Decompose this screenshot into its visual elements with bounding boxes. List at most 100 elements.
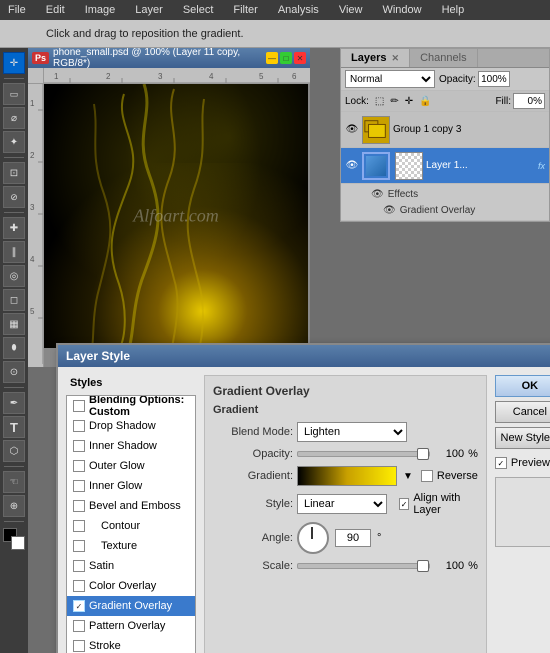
angle-symbol: ° xyxy=(377,532,381,544)
minimize-button[interactable]: — xyxy=(266,52,278,64)
opacity-control: Opacity: xyxy=(439,71,512,87)
layer-item-group[interactable]: 👁 Group 1 copy 3 xyxy=(341,112,549,148)
healing-tool[interactable]: ✚ xyxy=(3,217,25,239)
style-item-0[interactable]: Blending Options: Custom xyxy=(67,396,195,416)
style-item-7[interactable]: Texture xyxy=(67,536,195,556)
style-label-8: Satin xyxy=(89,560,114,572)
style-item-11[interactable]: Pattern Overlay xyxy=(67,616,195,636)
ruler-row: 1 2 3 4 5 6 xyxy=(28,68,310,84)
style-checkbox-5 xyxy=(73,500,85,512)
menu-analysis[interactable]: Analysis xyxy=(274,2,323,18)
layers-tab[interactable]: Layers ✕ xyxy=(341,49,410,67)
style-label-1: Drop Shadow xyxy=(89,420,156,432)
scale-label: Scale: xyxy=(213,560,293,572)
style-item-2[interactable]: Inner Shadow xyxy=(67,436,195,456)
style-item-8[interactable]: Satin xyxy=(67,556,195,576)
gradient-style-select[interactable]: Linear xyxy=(297,494,387,514)
style-item-5[interactable]: Bevel and Emboss xyxy=(67,496,195,516)
style-item-1[interactable]: Drop Shadow xyxy=(67,416,195,436)
clone-tool[interactable]: ◎ xyxy=(3,265,25,287)
effects-label: 👁 Effects xyxy=(371,186,541,202)
new-style-button[interactable]: New Style... xyxy=(495,427,550,449)
fill-input[interactable] xyxy=(513,93,545,109)
maximize-button[interactable]: □ xyxy=(280,52,292,64)
fg-bg-colors[interactable] xyxy=(3,528,25,550)
layer-name-current: Layer 1... xyxy=(426,160,533,171)
crop-tool[interactable]: ⊡ xyxy=(3,162,25,184)
menu-image[interactable]: Image xyxy=(81,2,120,18)
layer-eye-current[interactable]: 👁 xyxy=(345,159,359,173)
clone-icon: ◎ xyxy=(10,271,19,282)
style-item-10[interactable]: ✓Gradient Overlay xyxy=(67,596,195,616)
gradient-row: Gradient: ▼ Reverse xyxy=(213,466,478,486)
ok-button[interactable]: OK xyxy=(495,375,550,397)
ruler-corner xyxy=(28,68,44,84)
style-item-3[interactable]: Outer Glow xyxy=(67,456,195,476)
gradient-opacity-thumb[interactable] xyxy=(417,448,429,460)
style-item-4[interactable]: Inner Glow xyxy=(67,476,195,496)
style-label-7: Texture xyxy=(89,540,137,552)
style-item-9[interactable]: Color Overlay xyxy=(67,576,195,596)
layer-eye-group[interactable]: 👁 xyxy=(345,123,359,137)
gradient-overlay-title: Gradient Overlay xyxy=(213,384,478,398)
menu-filter[interactable]: Filter xyxy=(229,2,261,18)
preview-checkbox[interactable]: ✓ xyxy=(495,457,507,469)
lock-all-icon[interactable]: 🔒 xyxy=(419,96,431,107)
angle-value-input[interactable] xyxy=(335,529,371,547)
text-tool[interactable]: T xyxy=(3,416,25,438)
scale-percent: % xyxy=(468,560,478,572)
menu-file[interactable]: File xyxy=(4,2,30,18)
eyedropper-tool[interactable]: ⊘ xyxy=(3,186,25,208)
gradient-tool[interactable]: ▦ xyxy=(3,313,25,335)
eye-icon-effects[interactable]: 👁 xyxy=(371,189,384,200)
channels-tab-label: Channels xyxy=(420,52,466,64)
menu-window[interactable]: Window xyxy=(378,2,425,18)
dodge-tool[interactable]: ⊙ xyxy=(3,361,25,383)
menu-select[interactable]: Select xyxy=(179,2,218,18)
layer-item-current[interactable]: 👁 Layer 1... fx xyxy=(341,148,549,184)
channels-tab[interactable]: Channels xyxy=(410,49,477,67)
close-button[interactable]: ✕ xyxy=(294,52,306,64)
style-label-4: Inner Glow xyxy=(89,480,142,492)
align-layer-checkbox[interactable]: ✓ xyxy=(399,498,409,510)
magic-wand-tool[interactable]: ✦ xyxy=(3,131,25,153)
blend-mode-select[interactable]: Normal xyxy=(345,70,435,88)
zoom-tool[interactable]: ⊕ xyxy=(3,495,25,517)
gradient-dropdown-arrow[interactable]: ▼ xyxy=(403,471,413,482)
align-layer-label: Align with Layer xyxy=(413,492,478,516)
style-checkbox-6 xyxy=(73,520,85,532)
reverse-row: Reverse xyxy=(421,470,478,482)
lasso-tool[interactable]: ⌀ xyxy=(3,107,25,129)
menu-layer[interactable]: Layer xyxy=(131,2,167,18)
move-tool[interactable]: ✛ xyxy=(3,52,25,74)
lock-transparent-icon[interactable]: ⬚ xyxy=(375,96,384,107)
menu-help[interactable]: Help xyxy=(438,2,469,18)
opacity-input[interactable] xyxy=(478,71,510,87)
style-item-12[interactable]: Stroke xyxy=(67,636,195,653)
tool-separator-6 xyxy=(4,521,24,522)
eraser-tool[interactable]: ◻ xyxy=(3,289,25,311)
brush-tool[interactable]: ∥ xyxy=(3,241,25,263)
cancel-button[interactable]: Cancel xyxy=(495,401,550,423)
eye-icon-gradient[interactable]: 👁 xyxy=(383,205,396,216)
scale-slider[interactable] xyxy=(297,563,430,569)
layers-tab-close[interactable]: ✕ xyxy=(392,53,400,63)
marquee-tool[interactable]: ▭ xyxy=(3,83,25,105)
reverse-checkbox[interactable] xyxy=(421,470,433,482)
shape-tool[interactable]: ⬡ xyxy=(3,440,25,462)
scale-slider-thumb[interactable] xyxy=(417,560,429,572)
lock-image-icon[interactable]: ✏ xyxy=(390,96,398,107)
style-checkbox-1 xyxy=(73,420,85,432)
hand-tool[interactable]: ☜ xyxy=(3,471,25,493)
gradient-blend-mode-select[interactable]: Lighten xyxy=(297,422,407,442)
gradient-opacity-slider[interactable] xyxy=(297,451,430,457)
lock-position-icon[interactable]: ✛ xyxy=(405,96,413,107)
pen-tool[interactable]: ✒ xyxy=(3,392,25,414)
style-item-6[interactable]: Contour xyxy=(67,516,195,536)
menu-view[interactable]: View xyxy=(335,2,367,18)
angle-dial[interactable] xyxy=(297,522,329,554)
menu-edit[interactable]: Edit xyxy=(42,2,69,18)
lock-label: Lock: xyxy=(345,96,369,107)
gradient-preview[interactable] xyxy=(297,466,397,486)
blur-tool[interactable]: ⬮ xyxy=(3,337,25,359)
